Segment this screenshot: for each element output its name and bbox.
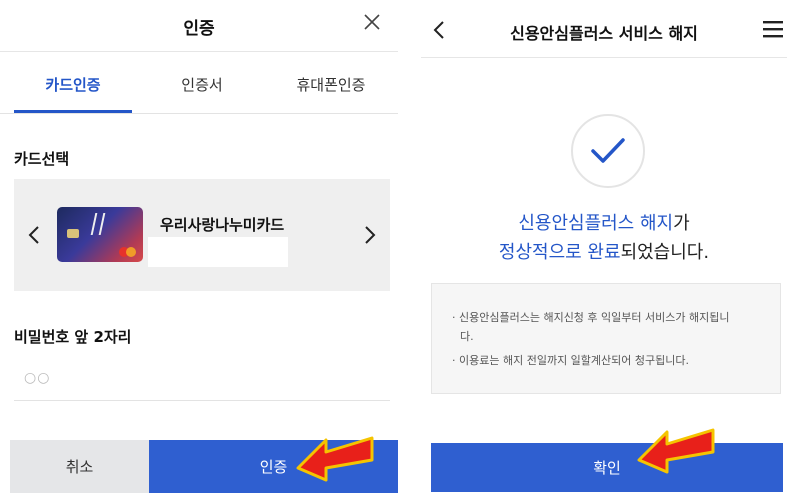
message-highlight-1: 신용안심플러스 해지 (518, 213, 674, 234)
password-underline (14, 400, 390, 401)
menu-icon[interactable] (763, 20, 783, 38)
close-icon[interactable] (360, 10, 384, 34)
auth-panel: 인증 카드인증 인증서 휴대폰인증 카드선택 우리사랑나누미카드 비밀번호 앞 … (0, 0, 398, 493)
password-input[interactable]: ○○ (24, 370, 50, 386)
tab-phone-auth[interactable]: 휴대폰인증 (272, 56, 390, 114)
confirm-button[interactable]: 확인 (431, 443, 783, 492)
tab-certificate[interactable]: 인증서 (140, 56, 264, 114)
notice-item-1b: 다. (460, 330, 474, 343)
complete-message-line2: 정상적으로 완료되었습니다. (421, 238, 787, 264)
notice-item-1a: · 신용안심플러스는 해지신청 후 익일부터 서비스가 해지됩니 (452, 311, 730, 324)
card-selector: 우리사랑나누미카드 (14, 179, 390, 291)
notice-item-2: · 이용료는 해지 전일까지 일할계산되어 청구됩니다. (452, 354, 689, 367)
auth-title: 인증 (183, 19, 215, 39)
password-label: 비밀번호 앞 2자리 (14, 328, 132, 346)
check-icon (571, 114, 645, 188)
tab-card-auth[interactable]: 카드인증 (14, 56, 132, 114)
ribbon-icon (90, 213, 106, 235)
message-text-1: 가 (673, 213, 690, 234)
cancel-title: 신용안심플러스 서비스 해지 (510, 24, 698, 43)
card-chip-icon (67, 229, 79, 238)
prev-card-button[interactable] (24, 223, 44, 247)
pointer-arrow-icon (296, 436, 374, 482)
cancel-header: 신용안심플러스 서비스 해지 (421, 0, 787, 58)
cancel-complete-panel: 신용안심플러스 서비스 해지 신용안심플러스 해지가 정상적으로 완료되었습니다… (421, 0, 787, 493)
card-select-label: 카드선택 (14, 150, 70, 168)
card-image (57, 207, 143, 262)
message-highlight-2: 정상적으로 완료 (498, 242, 621, 263)
cancel-button[interactable]: 취소 (10, 440, 149, 493)
notice-box: · 신용안심플러스는 해지신청 후 익일부터 서비스가 해지됩니 다. · 이용… (431, 283, 781, 394)
active-tab-indicator (14, 110, 132, 113)
card-name: 우리사랑나누미카드 (160, 216, 285, 234)
pointer-arrow-icon (637, 428, 715, 474)
card-number-mask (148, 237, 288, 267)
auth-header: 인증 (0, 0, 398, 52)
complete-message-line1: 신용안심플러스 해지가 (421, 209, 787, 235)
message-text-2: 되었습니다. (620, 242, 710, 263)
auth-tabs: 카드인증 인증서 휴대폰인증 (0, 56, 398, 114)
mastercard-logo-icon (119, 247, 137, 257)
next-card-button[interactable] (360, 223, 380, 247)
